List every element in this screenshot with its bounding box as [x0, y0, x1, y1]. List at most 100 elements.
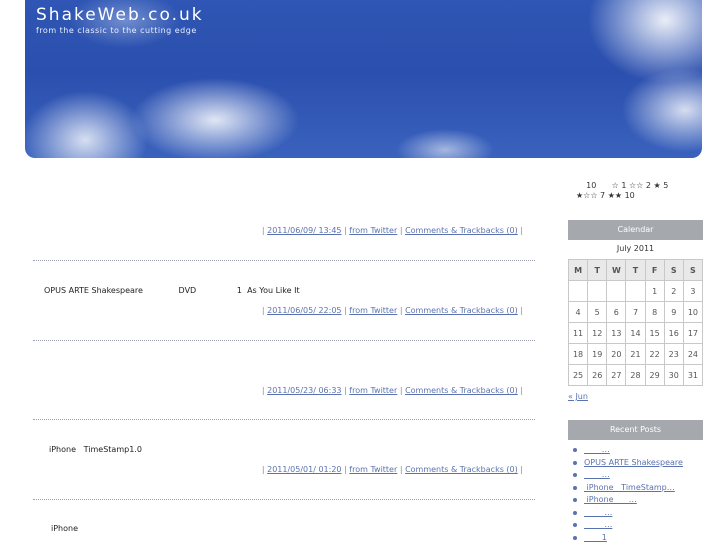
calendar-day: 5 — [587, 301, 608, 323]
recent-post-item: … — [568, 507, 703, 520]
calendar-day: 11 — [567, 322, 589, 344]
recent-post-link[interactable]: iPhone … — [584, 495, 637, 504]
rating-legend: 10 ☆ 1 ☆☆ 2 ★ 5 ★☆☆ 7 ★★ 10 — [576, 181, 706, 201]
post-date-link[interactable]: 2011/05/01/ 01:20 — [267, 465, 341, 474]
calendar-weekday: T — [587, 259, 608, 281]
calendar-week-row: 18 19 20 21 22 23 24 — [567, 343, 704, 365]
recent-post-link[interactable]: … — [584, 445, 610, 454]
recent-post-link[interactable]: OPUS ARTE Shakespeare — [584, 458, 683, 467]
calendar-day — [625, 280, 646, 302]
calendar-day: 31 — [682, 364, 704, 386]
site-tagline: from the classic to the cutting edge — [36, 26, 197, 35]
post-divider — [33, 260, 535, 261]
post-divider — [33, 499, 535, 500]
bullet-icon — [573, 498, 577, 502]
calendar-weekday: F — [644, 259, 665, 281]
calendar-day: 16 — [663, 322, 684, 344]
calendar-day: 14 — [625, 322, 646, 344]
calendar-day — [567, 280, 589, 302]
post-body: iPhone TimeStamp1.0 — [49, 445, 142, 454]
calendar-day: 2 — [663, 280, 684, 302]
calendar-day: 3 — [682, 280, 704, 302]
post-divider — [33, 340, 535, 341]
post-date-link[interactable]: 2011/06/09/ 13:45 — [267, 226, 341, 235]
bullet-icon — [573, 535, 577, 540]
calendar-body: 1 2 3 4 5 6 7 8 9 10 11 12 13 14 15 16 17 18 19 20 21 22 23 24 2… — [567, 280, 704, 386]
recent-post-link[interactable]: 1 — [584, 533, 607, 542]
calendar-day: 8 — [644, 301, 665, 323]
bullet-icon — [573, 510, 577, 515]
post-body: iPhone — [51, 524, 79, 533]
calendar-day: 9 — [663, 301, 684, 323]
bullet-icon — [573, 448, 577, 452]
calendar-day: 15 — [644, 322, 665, 344]
post-source-link[interactable]: from Twitter — [349, 226, 397, 235]
post-source-link[interactable]: from Twitter — [349, 465, 397, 474]
recent-post-link[interactable]: … — [584, 508, 612, 517]
recent-post-link[interactable]: … — [584, 470, 610, 479]
bullet-icon — [573, 473, 577, 477]
rating-legend-line: 10 ☆ 1 ☆☆ 2 ★ 5 — [576, 181, 669, 190]
calendar-day: 6 — [606, 301, 627, 323]
calendar-day: 25 — [567, 364, 589, 386]
recent-post-item: … — [568, 519, 703, 532]
recent-post-link[interactable]: iPhone TimeStamp… — [584, 483, 675, 492]
recent-post-item: … — [568, 444, 703, 457]
post-source-link[interactable]: from Twitter — [349, 306, 397, 315]
calendar-weekday: S — [663, 259, 684, 281]
recent-post-item: OPUS ARTE Shakespeare — [568, 457, 703, 470]
calendar-day: 23 — [663, 343, 684, 365]
calendar-day: 20 — [606, 343, 627, 365]
recent-post-item: iPhone TimeStamp… — [568, 482, 703, 495]
calendar-week-row: 123 — [567, 280, 704, 302]
bullet-icon — [573, 485, 577, 490]
recent-post-item: … — [568, 469, 703, 482]
post-date-link[interactable]: 2011/06/05/ 22:05 — [267, 306, 341, 315]
calendar-day: 27 — [606, 364, 627, 386]
calendar-week-row: 25 26 27 28 29 30 31 — [567, 364, 704, 386]
recent-posts-heading: Recent Posts — [568, 420, 703, 440]
post-divider — [33, 419, 535, 420]
calendar-day: 28 — [625, 364, 646, 386]
calendar-weekday: W — [606, 259, 627, 281]
calendar-week-row: 11 12 13 14 15 16 17 — [567, 322, 704, 344]
post-comments-link[interactable]: Comments & Trackbacks (0) — [405, 465, 518, 474]
post-meta: | 2011/05/01/ 01:20 | from Twitter | Com… — [261, 465, 523, 474]
recent-post-link[interactable]: … — [584, 520, 612, 529]
recent-post-item: 1 — [568, 532, 703, 545]
calendar-day: 13 — [606, 322, 627, 344]
post-comments-link[interactable]: Comments & Trackbacks (0) — [405, 306, 518, 315]
site-header-banner: ShakeWeb.co.uk from the classic to the c… — [25, 0, 702, 158]
recent-posts-list: … OPUS ARTE Shakespeare … iPhone TimeStam… — [568, 444, 703, 544]
calendar-day: 10 — [682, 301, 704, 323]
calendar-day: 7 — [625, 301, 646, 323]
bullet-icon — [573, 460, 577, 465]
calendar-table: M T W T F S S 1 2 3 4 5 6 7 8 9 10 11 12 13 14 15 16 17 1… — [567, 259, 704, 386]
calendar-day: 21 — [625, 343, 646, 365]
site-title-link[interactable]: ShakeWeb.co.uk — [36, 5, 204, 25]
calendar-caption: July 2011 — [616, 244, 655, 253]
post-comments-link[interactable]: Comments & Trackbacks (0) — [405, 226, 518, 235]
calendar-weekday: M — [567, 259, 589, 281]
post-source-link[interactable]: from Twitter — [349, 386, 397, 395]
post-body: OPUS ARTE Shakespeare DVD 1 As You Like … — [44, 286, 300, 295]
recent-post-item: iPhone … — [568, 494, 703, 507]
calendar-weekday: T — [625, 259, 646, 281]
calendar-day: 24 — [682, 343, 704, 365]
calendar-prev-month-link[interactable]: « Jun — [568, 392, 588, 401]
calendar-day: 30 — [663, 364, 684, 386]
calendar-week-row: 4 5 6 7 8 9 10 — [567, 301, 704, 323]
post-meta: | 2011/05/23/ 06:33 | from Twitter | Com… — [261, 386, 523, 395]
calendar-heading: Calendar — [568, 220, 703, 240]
calendar-weekday: S — [682, 259, 704, 281]
post-comments-link[interactable]: Comments & Trackbacks (0) — [405, 386, 518, 395]
calendar-day: 18 — [567, 343, 589, 365]
calendar-day: 29 — [644, 364, 665, 386]
calendar-day: 1 — [644, 280, 665, 302]
post-meta: | 2011/06/09/ 13:45 | from Twitter | Com… — [261, 226, 523, 235]
calendar-day: 17 — [682, 322, 704, 344]
calendar-day: 26 — [587, 364, 608, 386]
rating-legend-line: ★☆☆ 7 ★★ 10 — [576, 191, 635, 200]
post-date-link[interactable]: 2011/05/23/ 06:33 — [267, 386, 341, 395]
bullet-icon — [573, 523, 577, 527]
